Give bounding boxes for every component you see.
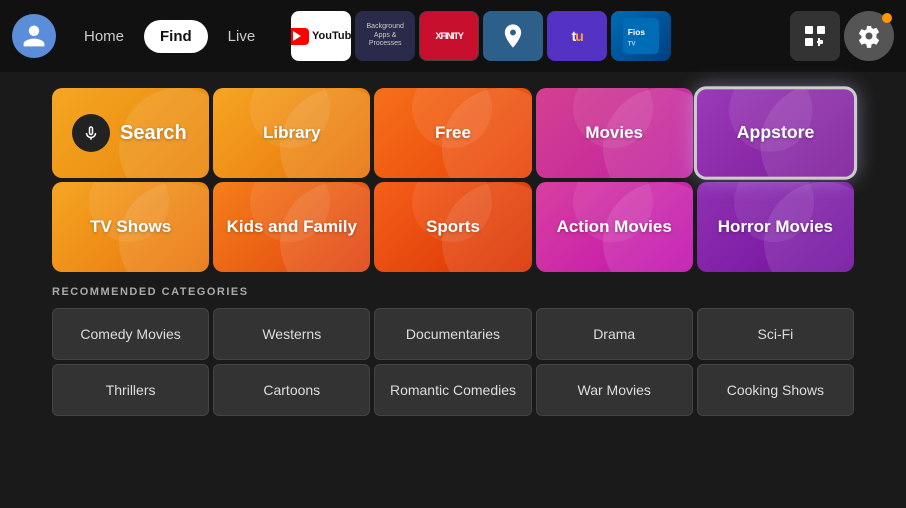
rec-cartoons[interactable]: Cartoons [213, 364, 370, 416]
rec-cooking-shows[interactable]: Cooking Shows [697, 364, 854, 416]
user-avatar[interactable] [12, 14, 56, 58]
app-youtube[interactable]: YouTube [291, 11, 351, 61]
app-icons-bar: YouTube BackgroundApps &Processes XFINIT… [291, 11, 894, 61]
library-tile-label: Library [263, 123, 321, 143]
rec-drama[interactable]: Drama [536, 308, 693, 360]
app-xfinity[interactable]: XFINITY [419, 11, 479, 61]
nav-live[interactable]: Live [212, 20, 272, 53]
tile-sports[interactable]: Sports [374, 182, 531, 272]
category-grid: Search Library Free Movies Appstore [52, 88, 854, 272]
nav-home[interactable]: Home [68, 20, 140, 53]
top-navigation: Home Find Live YouTube BackgroundApps &P… [0, 0, 906, 72]
tile-library[interactable]: Library [213, 88, 370, 178]
svg-text:Fios: Fios [628, 27, 646, 37]
movies-tile-label: Movies [585, 123, 643, 143]
app-amazon-store[interactable] [483, 11, 543, 61]
main-content: Search Library Free Movies Appstore [0, 72, 906, 272]
nav-find[interactable]: Find [144, 20, 208, 53]
tile-kids-family[interactable]: Kids and Family [213, 182, 370, 272]
sports-tile-label: Sports [426, 217, 480, 237]
rec-comedy-movies[interactable]: Comedy Movies [52, 308, 209, 360]
horror-tile-label: Horror Movies [718, 217, 833, 237]
tvshows-tile-label: TV Shows [90, 217, 171, 237]
rec-romantic-comedies[interactable]: Romantic Comedies [374, 364, 531, 416]
appstore-tile-label: Appstore [737, 123, 815, 144]
free-tile-label: Free [435, 123, 471, 143]
app-background[interactable]: BackgroundApps &Processes [355, 11, 415, 61]
app-fios[interactable]: Fios TV [611, 11, 671, 61]
recommended-grid: Comedy Movies Westerns Documentaries Dra… [52, 308, 854, 416]
settings-button[interactable] [844, 11, 894, 61]
tile-appstore[interactable]: Appstore [694, 86, 857, 180]
settings-notification-dot [882, 13, 892, 23]
svg-text:TV: TV [628, 42, 636, 48]
search-tile-label: Search [120, 122, 187, 145]
grid-apps-button[interactable] [790, 11, 840, 61]
mic-button[interactable] [72, 114, 110, 152]
tile-action-movies[interactable]: Action Movies [536, 182, 693, 272]
rec-war-movies[interactable]: War Movies [536, 364, 693, 416]
recommended-title: RECOMMENDED CATEGORIES [52, 286, 854, 298]
kids-tile-label: Kids and Family [227, 217, 357, 237]
recommended-section: RECOMMENDED CATEGORIES Comedy Movies Wes… [0, 272, 906, 416]
rec-thrillers[interactable]: Thrillers [52, 364, 209, 416]
rec-documentaries[interactable]: Documentaries [374, 308, 531, 360]
app-tubi[interactable]: tu [547, 11, 607, 61]
rec-westerns[interactable]: Westerns [213, 308, 370, 360]
tile-horror-movies[interactable]: Horror Movies [697, 182, 854, 272]
tile-search[interactable]: Search [52, 88, 209, 178]
nav-links: Home Find Live [68, 20, 271, 53]
tile-free[interactable]: Free [374, 88, 531, 178]
action-tile-label: Action Movies [557, 217, 672, 237]
tile-movies[interactable]: Movies [536, 88, 693, 178]
rec-sci-fi[interactable]: Sci-Fi [697, 308, 854, 360]
tile-tvshows[interactable]: TV Shows [52, 182, 209, 272]
